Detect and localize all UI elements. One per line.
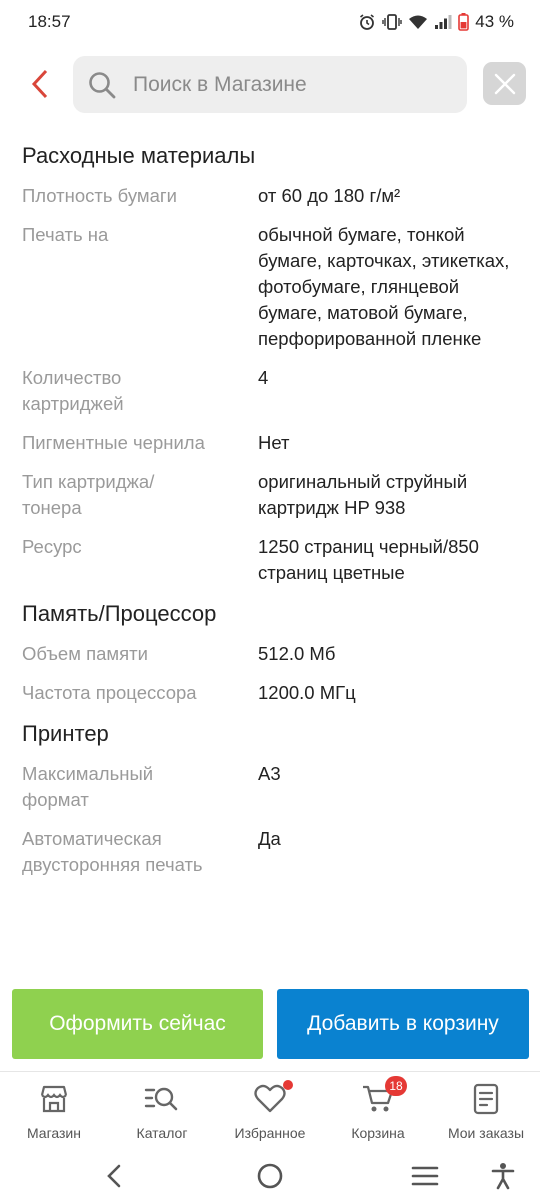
store-icon	[40, 1085, 68, 1113]
spec-row: Ресурс 1250 страниц черный/850 страниц ц…	[0, 534, 540, 586]
search-icon	[89, 71, 116, 98]
spec-label: Пигментные чернила	[22, 432, 205, 453]
accessibility-button[interactable]	[485, 1159, 521, 1193]
back-button[interactable]	[24, 66, 56, 102]
back-icon	[107, 1164, 121, 1188]
spec-row: Плотность бумаги от 60 до 180 г/м²	[0, 183, 540, 209]
tab-cart[interactable]: 18 Корзина	[324, 1072, 432, 1151]
search-placeholder: Поиск в Магазине	[133, 72, 307, 96]
clear-search-button[interactable]	[483, 62, 526, 105]
spec-label: Печать на	[22, 224, 109, 245]
spec-row: Количество картриджей 4	[0, 365, 540, 417]
spec-value: от 60 до 180 г/м²	[258, 185, 401, 206]
chevron-left-icon	[31, 69, 48, 99]
spec-row: Печать на обычной бумаге, тонкой бумаге,…	[0, 222, 540, 352]
catalog-search-icon	[144, 1087, 178, 1111]
spec-value: A3	[258, 763, 281, 784]
battery-percent: 43 %	[475, 12, 514, 31]
spec-row: Максимальный формат A3	[0, 761, 540, 813]
spec-value: 1200.0 МГц	[258, 682, 356, 703]
accessibility-icon	[491, 1163, 515, 1190]
cart-count-badge: 18	[385, 1076, 407, 1096]
spec-row: Тип картриджа/ тонера оригинальный струй…	[0, 469, 540, 521]
menu-icon	[411, 1166, 439, 1186]
section-title: Расходные материалы	[22, 143, 256, 168]
status-icons: 43 %	[358, 12, 514, 32]
spec-section: Память/Процессор Объем памяти 512.0 Мб Ч…	[0, 600, 540, 706]
wifi-icon	[409, 15, 428, 29]
tab-label: Мои заказы	[447, 1125, 525, 1141]
system-menu-button[interactable]	[407, 1159, 443, 1193]
home-icon	[257, 1163, 283, 1189]
add-to-cart-button[interactable]: Добавить в корзину	[277, 989, 529, 1059]
spec-row: Частота процессора 1200.0 МГц	[0, 680, 540, 706]
system-home-button[interactable]	[252, 1159, 288, 1193]
spec-value: обычной бумаге, тонкой бумаге, карточках…	[258, 224, 510, 349]
tab-catalog[interactable]: Каталог	[108, 1072, 216, 1151]
spec-value: Да	[258, 828, 281, 849]
spec-section: Принтер Максимальный формат A3 Автоматич…	[0, 720, 540, 878]
spec-label: Автоматическая двусторонняя печать	[22, 828, 203, 875]
vibrate-icon	[382, 14, 402, 30]
spec-value: оригинальный струйный картридж HP 938	[258, 471, 468, 518]
tab-label: Магазин	[26, 1125, 81, 1141]
spec-row: Автоматическая двусторонняя печать Да	[0, 826, 540, 878]
spec-row: Объем памяти 512.0 Мб	[0, 641, 540, 667]
orders-icon	[473, 1083, 499, 1115]
tab-label: Избранное	[234, 1125, 306, 1141]
spec-value: 4	[258, 367, 269, 388]
search-header: Поиск в Магазине	[0, 52, 540, 116]
search-input[interactable]: Поиск в Магазине	[73, 56, 467, 113]
purchase-actions: Оформить сейчас Добавить в корзину	[0, 989, 540, 1061]
heart-icon	[254, 1084, 286, 1113]
alarm-icon	[360, 14, 375, 30]
spec-row: Пигментные чернила Нет	[0, 430, 540, 456]
system-back-button[interactable]	[96, 1159, 132, 1193]
spec-label: Плотность бумаги	[22, 185, 177, 206]
spec-label: Максимальный формат	[22, 763, 154, 810]
spec-label: Частота процессора	[22, 682, 197, 703]
spec-value: 1250 страниц черный/850 страниц цветные	[258, 536, 479, 583]
bottom-tab-bar: Магазин Каталог Избранное 18 Корзина Мои…	[0, 1071, 540, 1151]
buy-now-button[interactable]: Оформить сейчас	[12, 989, 263, 1059]
status-time: 18:57	[28, 12, 71, 31]
spec-label: Ресурс	[22, 536, 82, 557]
tab-store[interactable]: Магазин	[0, 1072, 108, 1151]
close-icon	[494, 73, 515, 94]
spec-value: 512.0 Мб	[258, 643, 336, 664]
spec-section: Расходные материалы Плотность бумаги от …	[0, 142, 540, 586]
tab-label: Каталог	[136, 1125, 188, 1141]
section-title: Принтер	[22, 721, 109, 746]
system-nav-bar	[0, 1151, 540, 1200]
battery-icon	[458, 13, 470, 31]
status-bar: 18:57 43 %	[0, 0, 540, 44]
tab-label: Корзина	[351, 1125, 405, 1141]
spec-label: Объем памяти	[22, 643, 148, 664]
spec-label: Количество картриджей	[22, 367, 124, 414]
tab-my-orders[interactable]: Мои заказы	[432, 1072, 540, 1151]
spec-value: Нет	[258, 432, 290, 453]
favorites-dot-badge	[283, 1080, 293, 1090]
signal-icon	[435, 15, 452, 29]
tab-favorites[interactable]: Избранное	[216, 1072, 324, 1151]
section-title: Память/Процессор	[22, 601, 217, 626]
specs-list[interactable]: Расходные материалы Плотность бумаги от …	[0, 136, 540, 976]
spec-label: Тип картриджа/ тонера	[22, 471, 155, 518]
